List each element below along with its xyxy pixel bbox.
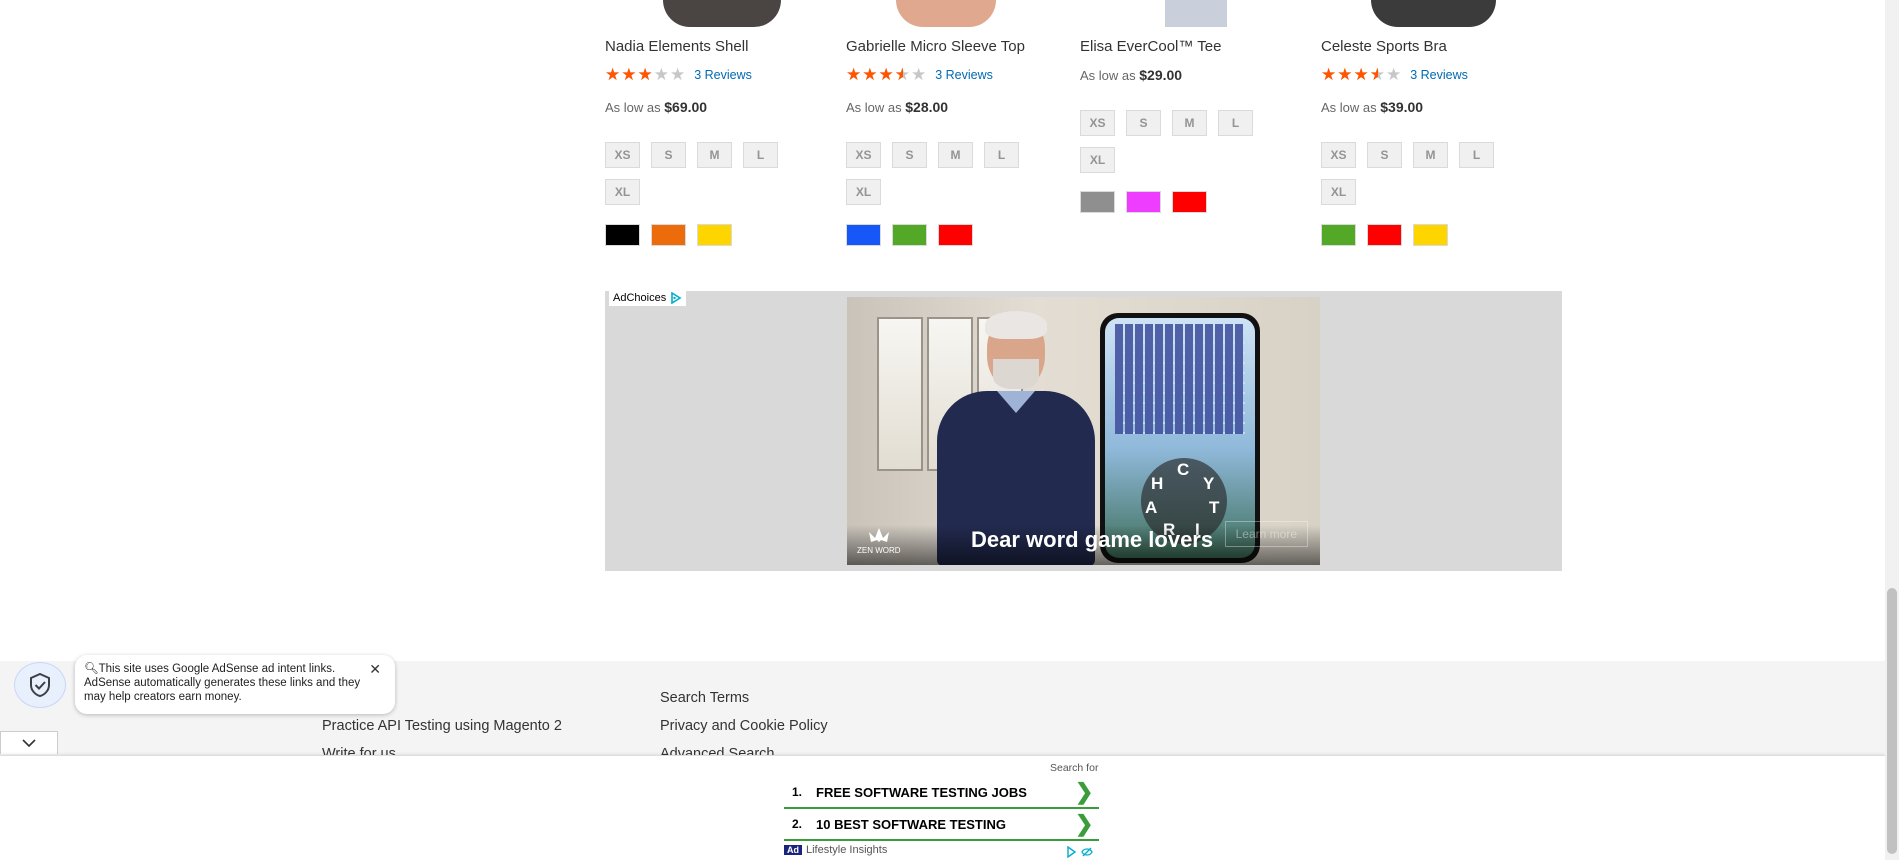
chevron-right-icon: ❯ [1075, 779, 1094, 804]
search-ad-text: 10 BEST SOFTWARE TESTING [816, 816, 1006, 832]
size-option-m[interactable]: M [1172, 110, 1207, 136]
product-price: As low as $69.00 [605, 99, 708, 115]
size-option-s[interactable]: S [1126, 110, 1161, 136]
size-option-xl[interactable]: XL [846, 179, 881, 205]
color-swatch[interactable] [697, 224, 732, 246]
product-name[interactable]: Elisa EverCool™ Tee [1080, 38, 1221, 55]
size-option-xs[interactable]: XS [1321, 142, 1356, 168]
chevron-right-icon: ❯ [1075, 811, 1094, 836]
product-image[interactable] [1371, 0, 1496, 27]
size-option-xs[interactable]: XS [1080, 110, 1115, 136]
adsense-notice: 🔍︎This site uses Google AdSense ad inten… [75, 655, 395, 714]
footer-link[interactable]: Search Terms [660, 690, 749, 706]
reviews-link[interactable]: 3 Reviews [694, 68, 752, 82]
product-name[interactable]: Nadia Elements Shell [605, 38, 748, 55]
ad-headline: Dear word game lovers [971, 527, 1214, 552]
size-option-m[interactable]: M [938, 142, 973, 168]
size-option-s[interactable]: S [1367, 142, 1402, 168]
color-swatch[interactable] [1172, 191, 1207, 213]
color-swatch[interactable] [938, 224, 973, 246]
size-option-l[interactable]: L [743, 142, 778, 168]
collapse-ad-button[interactable] [0, 731, 58, 754]
size-option-xl[interactable]: XL [605, 179, 640, 205]
size-options: XS S M L XL [846, 142, 1046, 205]
product-name[interactable]: Gabrielle Micro Sleeve Top [846, 38, 1025, 55]
adchoices-icon[interactable] [1066, 846, 1094, 858]
size-options: XS S M L XL [1080, 110, 1280, 173]
size-option-s[interactable]: S [892, 142, 927, 168]
rating-row: ★★★★★★★★★★ 3 Reviews [605, 66, 752, 83]
footer-link[interactable]: Practice API Testing using Magento 2 [322, 718, 562, 734]
size-option-m[interactable]: M [697, 142, 732, 168]
ad-sponsor: Ad Lifestyle Insights [784, 844, 887, 856]
search-ad-text: FREE SOFTWARE TESTING JOBS [816, 784, 1027, 800]
search-ad-number: 1. [791, 785, 802, 799]
page-scrollbar[interactable] [1885, 0, 1899, 860]
size-option-l[interactable]: L [1218, 110, 1253, 136]
rating-stars: ★★★★★★★★★★ [846, 65, 928, 84]
product-price: As low as $29.00 [1080, 67, 1183, 83]
shield-check-icon [30, 673, 50, 697]
zenword-logo: ZEN WORD [857, 526, 901, 555]
product-image[interactable] [1165, 0, 1227, 27]
product-price: As low as $28.00 [846, 99, 949, 115]
product-image[interactable] [896, 0, 996, 27]
color-swatch[interactable] [1367, 224, 1402, 246]
product-image[interactable] [663, 0, 781, 27]
color-options [1321, 224, 1448, 246]
rating-stars: ★★★★★★★★★★ [605, 65, 687, 84]
size-option-m[interactable]: M [1413, 142, 1448, 168]
size-option-l[interactable]: L [1459, 142, 1494, 168]
rating-row: ★★★★★★★★★★ 3 Reviews [1321, 66, 1468, 83]
size-option-s[interactable]: S [651, 142, 686, 168]
window-decor [877, 317, 923, 471]
color-swatch[interactable] [1126, 191, 1161, 213]
color-swatch[interactable] [892, 224, 927, 246]
color-options [605, 224, 732, 246]
product-name[interactable]: Celeste Sports Bra [1321, 38, 1447, 55]
reviews-link[interactable]: 3 Reviews [1410, 68, 1468, 82]
size-option-xl[interactable]: XL [1321, 179, 1356, 205]
color-swatch[interactable] [651, 224, 686, 246]
adchoices-icon [671, 292, 682, 304]
rating-stars: ★★★★★★★★★★ [1321, 65, 1403, 84]
size-option-xl[interactable]: XL [1080, 147, 1115, 173]
product-grid: Nadia Elements Shell ★★★★★★★★★★ 3 Review… [605, 0, 1565, 270]
display-ad-container: AdChoices C H Y A T R I [605, 291, 1562, 571]
product-price: As low as $39.00 [1321, 99, 1424, 115]
chevron-down-icon [22, 739, 36, 747]
search-ad-item[interactable]: 2. 10 BEST SOFTWARE TESTING ❯ [784, 809, 1099, 841]
close-icon[interactable]: ✕ [369, 662, 381, 676]
adchoices-label: AdChoices [613, 292, 667, 304]
color-swatch[interactable] [1080, 191, 1115, 213]
color-swatch[interactable] [1413, 224, 1448, 246]
adchoices-badge[interactable]: AdChoices [609, 291, 687, 306]
learn-more-button[interactable]: Learn more [1224, 521, 1308, 547]
footer-link[interactable]: Privacy and Cookie Policy [660, 718, 828, 734]
size-option-xs[interactable]: XS [846, 142, 881, 168]
size-options: XS S M L XL [1321, 142, 1521, 205]
color-swatch[interactable] [846, 224, 881, 246]
reviews-link[interactable]: 3 Reviews [935, 68, 993, 82]
rating-row: ★★★★★★★★★★ 3 Reviews [846, 66, 993, 83]
search-for-label: Search for [1050, 762, 1099, 774]
size-option-xs[interactable]: XS [605, 142, 640, 168]
color-swatch[interactable] [605, 224, 640, 246]
search-ad-number: 2. [791, 817, 802, 831]
search-ad-item[interactable]: 1. FREE SOFTWARE TESTING JOBS ❯ [784, 777, 1099, 809]
scrollbar-thumb[interactable] [1887, 588, 1897, 854]
adsense-notice-text: This site uses Google AdSense ad intent … [84, 663, 361, 703]
adsense-shield-button[interactable] [14, 662, 66, 708]
color-swatch[interactable] [1321, 224, 1356, 246]
size-option-l[interactable]: L [984, 142, 1019, 168]
color-options [1080, 191, 1207, 213]
magnifier-icon: 🔍︎ [84, 663, 99, 675]
size-options: XS S M L XL [605, 142, 805, 205]
ad-mark: Ad [784, 845, 802, 855]
color-options [846, 224, 973, 246]
ad-banner[interactable]: C H Y A T R I ZEN WORD Dear word game lo… [847, 297, 1320, 565]
sponsor-name[interactable]: Lifestyle Insights [806, 844, 887, 856]
